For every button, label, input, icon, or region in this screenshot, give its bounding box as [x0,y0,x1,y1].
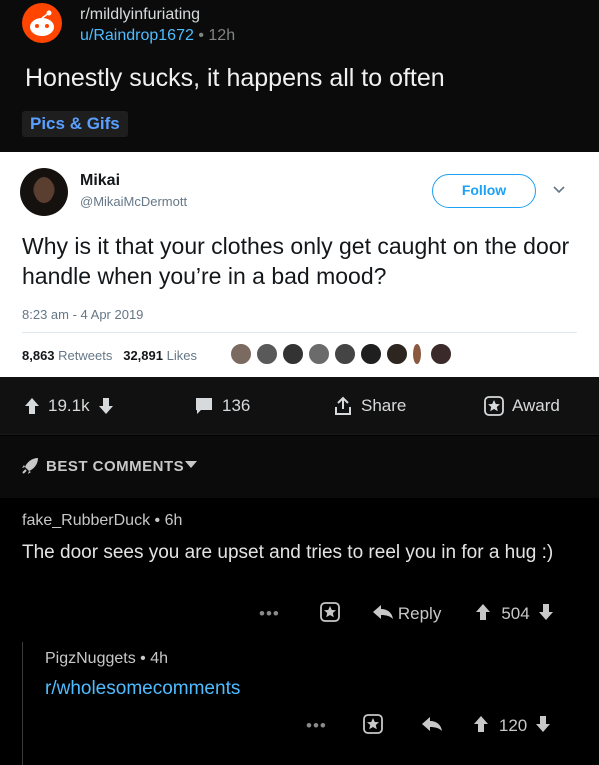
comment-age: 6h [164,512,183,529]
upvote-icon[interactable] [24,397,40,415]
award-icon[interactable] [319,601,340,627]
liker-avatar [230,343,252,365]
comment-actions: ••• Reply 504 [259,599,554,629]
liker-avatars [230,343,490,367]
downvote-icon[interactable] [98,397,114,415]
tweet-timestamp: 8:23 am - 4 Apr 2019 [22,307,144,322]
downvote-icon[interactable] [535,715,551,738]
comment-sort-bar[interactable]: BEST COMMENTS [0,436,599,498]
downvote-icon[interactable] [538,603,554,626]
chevron-down-icon [553,182,565,197]
liker-avatar [256,343,278,365]
post-flair[interactable]: Pics & Gifs [22,111,128,137]
post-age: 12h [208,27,236,44]
like-label: Likes [166,348,197,363]
tweet-divider [22,332,577,333]
post-header: r/mildlyinfuriating u/Raindrop1672 • 12h… [0,0,599,152]
liker-avatar [334,343,356,365]
sort-label: BEST COMMENTS [46,458,185,475]
liker-avatar [282,343,304,365]
tweet-card: Mikai @MikaiMcDermott Follow Why is it t… [0,152,599,377]
post-score: 19.1k [48,396,90,415]
comment-meta: fake_RubberDuck • 6h [22,512,183,529]
more-options-icon[interactable]: ••• [306,716,327,736]
award-icon[interactable] [362,713,383,739]
retweet-count: 8,863 [22,348,55,363]
subreddit-link[interactable]: r/wholesomecomments [45,678,240,700]
comment-score: 120 [498,716,528,735]
comment-icon [194,397,214,415]
tweet-stats: 8,863 Retweets 32,891 Likes [22,348,197,363]
post-title: Honestly sucks, it happens all to often [25,64,445,92]
post-vote-group: 19.1k [24,377,114,435]
liker-avatar [360,343,382,365]
upvote-icon[interactable] [473,715,489,738]
reply-button[interactable]: Reply [372,604,441,625]
upvote-icon[interactable] [475,603,491,626]
liker-avatar [386,343,408,365]
comment-score: 504 [501,604,530,623]
comments-button[interactable]: 136 [194,377,250,435]
reply-icon [372,604,394,625]
retweet-label: Retweets [58,348,113,363]
post-action-bar: 19.1k 136 Share Award [0,377,599,435]
comment-count: 136 [222,396,251,415]
post-byline: u/Raindrop1672 • 12h [80,27,235,45]
comment-body: The door sees you are upset and tries to… [22,542,554,563]
share-icon [333,396,353,416]
reply-icon[interactable] [421,716,443,737]
tweet-author-handle: @MikaiMcDermott [80,194,188,209]
tweet-text: Why is it that your clothes only get cau… [22,233,570,289]
tweet-author-name: Mikai [80,172,121,189]
liker-avatar [412,343,422,365]
rocket-icon [20,456,40,481]
share-button[interactable]: Share [333,377,406,435]
share-label: Share [361,396,407,415]
comment-meta: PigzNuggets • 4h [45,650,169,667]
award-icon [484,396,504,416]
caret-down-icon [185,460,197,472]
byline-separator: • [198,27,204,44]
subreddit-name[interactable]: r/mildlyinfuriating [80,6,200,24]
follow-button: Follow [432,174,536,208]
liker-avatar [430,343,452,365]
comment-actions: ••• 120 [306,711,551,741]
liker-avatar [308,343,330,365]
more-options-icon[interactable]: ••• [259,604,280,624]
post-author[interactable]: u/Raindrop1672 [80,27,194,44]
reply-label: Reply [397,604,442,623]
like-count: 32,891 [123,348,163,363]
award-button[interactable]: Award [484,377,560,435]
thread-line [22,642,23,765]
comment-list: fake_RubberDuck • 6h The door sees you a… [0,498,599,765]
subreddit-snoo-icon[interactable] [22,3,62,43]
tweet-avatar [20,168,68,216]
award-label: Award [512,396,560,415]
comment-age: 4h [150,650,169,667]
comment-author[interactable]: fake_RubberDuck [22,512,150,529]
comment-author[interactable]: PigzNuggets [45,650,136,667]
